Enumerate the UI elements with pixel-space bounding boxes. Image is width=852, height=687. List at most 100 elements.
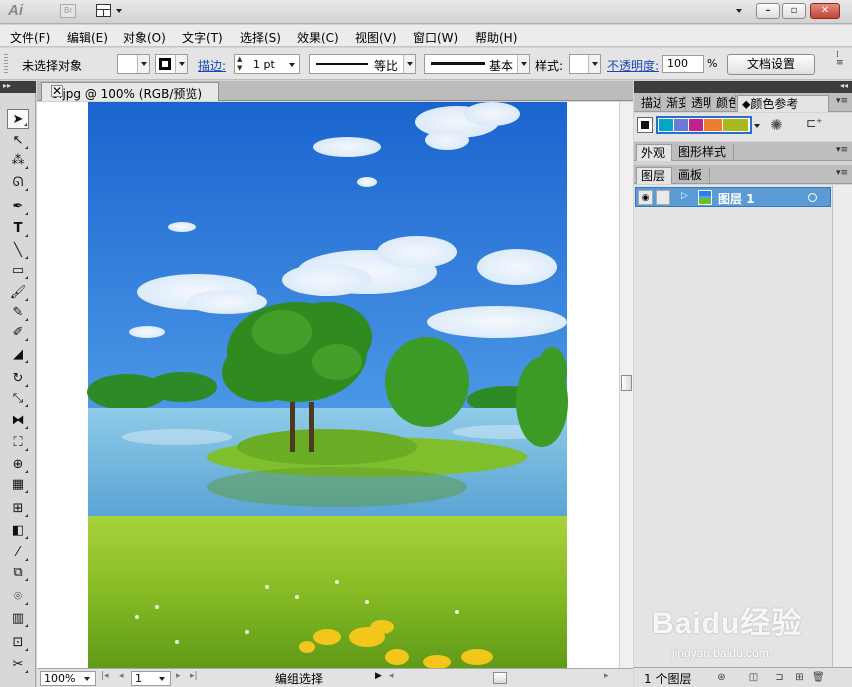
document-setup-button[interactable]: 文档设置 [727,54,815,75]
opacity-label[interactable]: 不透明度: [607,57,659,74]
tab-appearance[interactable]: 外观 [636,144,672,161]
target-circle-icon[interactable] [808,193,817,202]
layer-row[interactable]: ◉ ▷ 图层 1 [635,187,831,207]
locate-object-icon[interactable]: ⊛ [716,672,727,683]
menu-window[interactable]: 窗口(W) [413,29,458,46]
blob-brush-tool-icon[interactable]: ✐ [7,323,29,343]
last-artboard-icon[interactable]: ▸| [190,671,198,681]
vertical-scrollbar[interactable] [619,102,633,668]
stroke-color-picker[interactable] [155,54,188,74]
previous-artboard-icon[interactable]: ◂ [119,671,124,681]
make-clipping-mask-icon[interactable]: ◫ [748,672,759,683]
first-artboard-icon[interactable]: |◂ [101,671,109,681]
width-tool-icon[interactable]: ⧓ [7,411,29,431]
tab-layers[interactable]: 图层 [636,167,672,184]
menu-view[interactable]: 视图(V) [355,29,397,46]
new-sublayer-icon[interactable]: ⊐ [774,672,785,683]
panel-menu-icon[interactable]: ▾≡ [836,168,848,178]
menu-effect[interactable]: 效果(C) [297,29,339,46]
menu-object[interactable]: 对象(O) [123,29,166,46]
menu-help[interactable]: 帮助(H) [475,29,517,46]
slice-tool-icon[interactable]: ✂ [7,655,29,675]
scroll-right-arrow-icon[interactable]: ▸ [604,671,609,681]
tab-color[interactable]: 颜色 [712,95,736,112]
control-bar-menu-icon[interactable]: ⁞ ≡ [836,51,844,68]
next-artboard-icon[interactable]: ▸ [176,671,181,681]
tab-stroke[interactable]: 描边 [637,95,661,112]
harmony-rules-chevron-icon[interactable] [754,124,760,128]
free-transform-tool-icon[interactable]: ⛶ [7,433,29,453]
expand-panel-icon[interactable]: ▸▸ [3,81,11,90]
fill-color-picker[interactable] [117,54,150,74]
delete-layer-icon[interactable]: 🗑 [812,672,825,683]
tab-graphic-styles[interactable]: 图形样式 [674,144,734,161]
artboard-tool-icon[interactable]: ⊡ [7,633,29,653]
menu-file[interactable]: 文件(F) [10,29,50,46]
shape-builder-tool-icon[interactable]: ⊕ [7,455,29,475]
pencil-tool-icon[interactable]: ✎ [7,303,29,323]
pen-tool-icon[interactable]: ✒ [7,197,29,217]
rotate-tool-icon[interactable]: ↻ [7,369,29,389]
status-text[interactable]: 编组选择 [209,670,389,687]
paintbrush-tool-icon[interactable]: 🖌 [7,283,29,303]
scroll-left-arrow-icon[interactable]: ◂ [389,671,394,681]
graphic-style-picker[interactable] [569,54,601,74]
tab-transparency[interactable]: 透明 [687,95,711,112]
layers-scrollbar[interactable] [832,185,852,667]
placed-landscape-image[interactable] [37,102,619,668]
variable-width-profile[interactable]: 等比 [309,54,416,74]
color-wheel-icon[interactable]: ✺ [770,116,783,134]
base-color-swatch[interactable] [637,117,653,133]
collapse-panels-icon[interactable]: ◂◂ [840,81,848,90]
grip-handle[interactable] [4,54,8,74]
layer-name[interactable]: 图层 1 [718,190,755,207]
stepper-arrows-icon[interactable]: ▲ ▼ [237,55,242,73]
panel-menu-icon[interactable]: ▾≡ [836,145,848,155]
eye-icon[interactable]: ◉ [638,190,653,205]
status-menu-arrow-icon[interactable]: ▶ [375,671,382,681]
expand-arrow-icon[interactable]: ▷ [681,191,688,201]
column-graph-tool-icon[interactable]: ▥ [7,609,29,629]
tab-artboards[interactable]: 画板 [674,167,710,184]
minimize-button[interactable]: – [756,3,780,19]
eraser-tool-icon[interactable]: ◢ [7,345,29,365]
lock-toggle[interactable] [656,190,670,205]
selection-tool-icon[interactable]: ➤ [7,109,29,129]
close-tab-icon[interactable]: ✕ [51,85,63,97]
rectangle-tool-icon[interactable]: ▭ [7,261,29,281]
workspace-switcher-chevron-icon[interactable] [736,9,742,13]
eyedropper-tool-icon[interactable]: ⁄ [7,543,29,563]
menu-select[interactable]: 选择(S) [240,29,281,46]
horizontal-scroll-thumb[interactable] [493,672,507,684]
arrange-documents-button[interactable] [96,3,126,19]
stroke-label[interactable]: 描边: [198,57,226,74]
menu-edit[interactable]: 编辑(E) [67,29,108,46]
tab-color-guide[interactable]: ⬥颜色参考 [737,95,829,112]
direct-selection-tool-icon[interactable]: ↖ [7,131,29,151]
document-canvas[interactable] [37,102,619,668]
tools-panel-header[interactable]: ▸▸ [0,81,36,93]
panel-menu-icon[interactable]: ▾≡ [836,96,848,106]
stroke-weight-field[interactable]: ▲ ▼ 1 pt [234,54,300,74]
type-tool-icon[interactable]: T [7,219,29,239]
brush-definition[interactable]: 基本 [424,54,530,74]
artboard-navigation-field[interactable]: 1 [131,671,171,686]
close-button[interactable]: ✕ [810,3,840,19]
menu-type[interactable]: 文字(T) [182,29,223,46]
gradient-tool-icon[interactable]: ◧ [7,521,29,541]
save-color-group-icon[interactable]: ⊏⁺ [806,116,822,130]
opacity-field[interactable]: 100 [662,55,704,73]
blend-tool-icon[interactable]: ⧉ [7,563,29,583]
bridge-button[interactable]: Br [60,4,76,18]
tab-gradient[interactable]: 渐变 [662,95,686,112]
new-layer-icon[interactable]: ⊞ [794,672,805,683]
lasso-tool-icon[interactable]: ᘏ [7,173,29,193]
line-tool-icon[interactable]: ╲ [7,241,29,261]
zoom-level-field[interactable]: 100% [40,671,96,686]
symbol-sprayer-tool-icon[interactable]: ⌾ [7,587,29,607]
document-tab[interactable]: 6.jpg @ 100% (RGB/预览) ✕ [41,82,219,101]
scale-tool-icon[interactable]: ⤡ [7,389,29,409]
vertical-scroll-thumb[interactable] [621,375,632,391]
maximize-button[interactable]: ▫ [782,3,806,19]
perspective-grid-tool-icon[interactable]: ▦ [7,475,29,495]
